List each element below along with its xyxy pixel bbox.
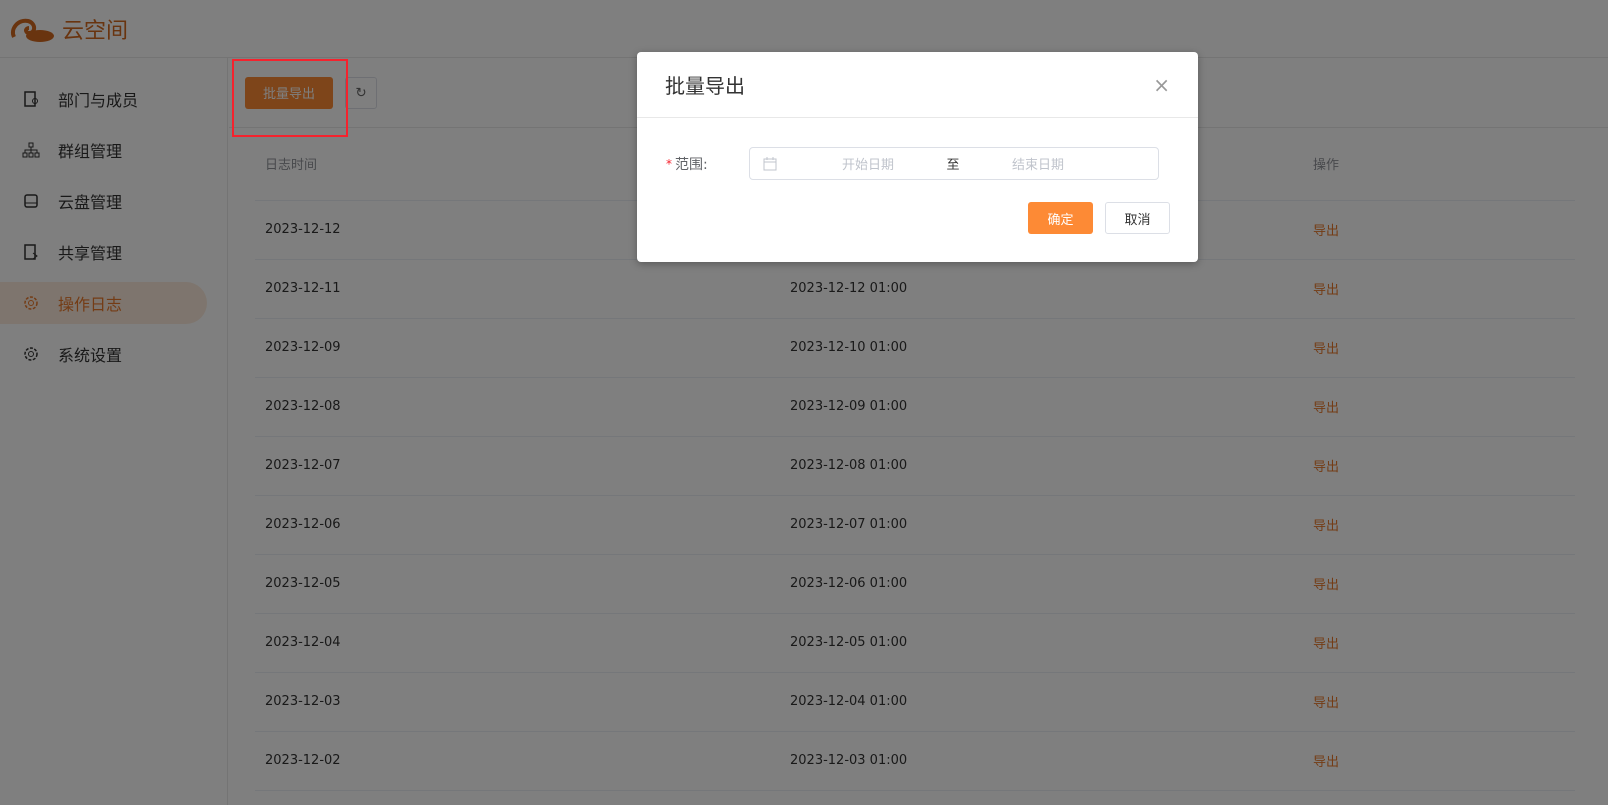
highlight-box — [232, 59, 348, 137]
required-mark: * — [666, 156, 672, 171]
dialog-title: 批量导出 — [665, 74, 745, 98]
confirm-button[interactable]: 确定 — [1028, 202, 1093, 234]
range-separator: 至 — [946, 158, 960, 173]
cancel-button[interactable]: 取消 — [1105, 202, 1170, 234]
range-label: 范围: — [675, 156, 708, 173]
end-date-input[interactable]: 结束日期 — [968, 154, 1108, 173]
start-date-input[interactable]: 开始日期 — [798, 154, 938, 173]
close-icon[interactable]: × — [1153, 73, 1170, 97]
date-range-picker[interactable]: 开始日期 至 结束日期 — [749, 147, 1159, 180]
calendar-icon — [763, 156, 777, 170]
batch-export-dialog: 批量导出 × * 范围: 开始日期 至 结束日期 确定 取消 — [637, 52, 1198, 262]
